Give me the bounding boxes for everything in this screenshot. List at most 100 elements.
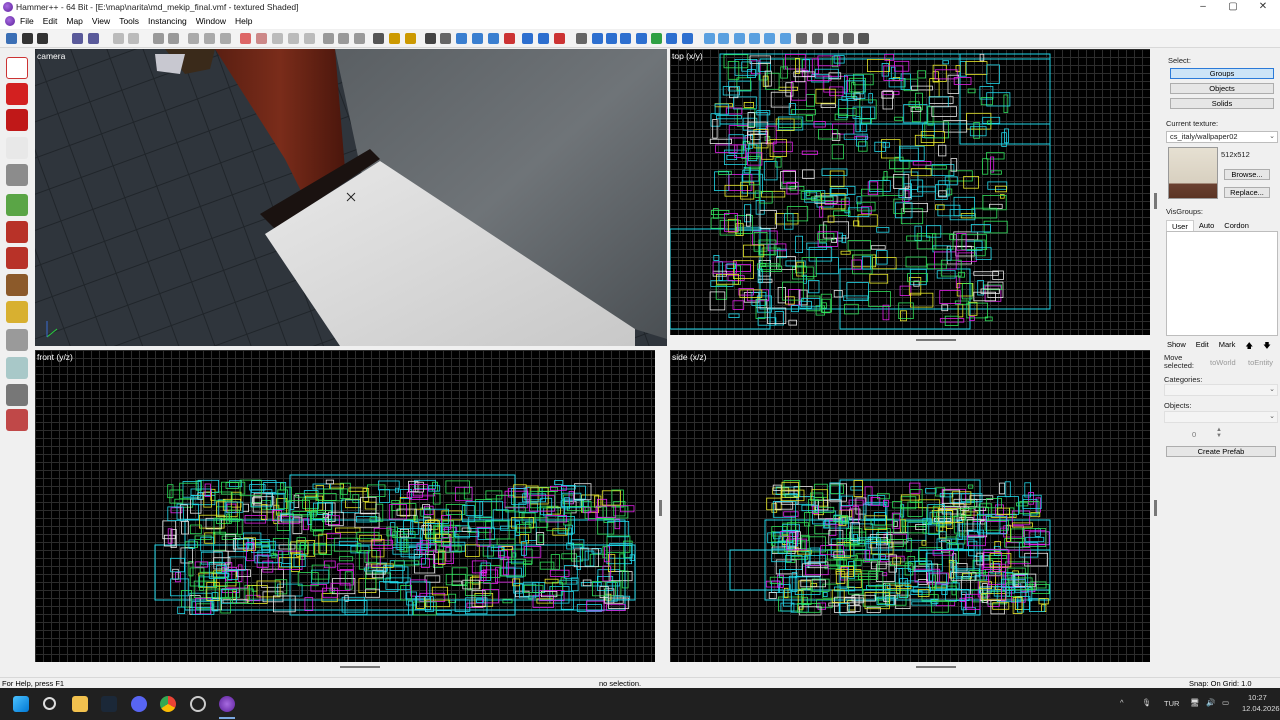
texture-dropdown[interactable]: cs_italy/wallpaper02 ⌄ xyxy=(1166,131,1278,143)
objects-count[interactable]: 0 xyxy=(1192,430,1196,439)
textured-view-icon[interactable] xyxy=(749,33,760,44)
front-viewport[interactable]: front (y/z) xyxy=(35,350,655,662)
visgroup-mark-button[interactable]: Mark xyxy=(1214,339,1241,354)
document-icon[interactable] xyxy=(5,16,15,26)
top-viewport[interactable]: top (x/y) xyxy=(670,49,1150,335)
select-solids-button[interactable]: Solids xyxy=(1170,98,1274,109)
select-groups-button[interactable]: Groups xyxy=(1170,68,1274,79)
overlay-icon[interactable] xyxy=(620,33,631,44)
show-icon[interactable] xyxy=(204,33,215,44)
file-explorer-icon[interactable] xyxy=(72,696,88,712)
steam-icon[interactable] xyxy=(101,696,117,712)
side-horizontal-scrollbar[interactable] xyxy=(916,666,956,668)
toggle-sprites-icon[interactable] xyxy=(812,33,823,44)
menu-instancing[interactable]: Instancing xyxy=(148,16,187,26)
cordon-icon[interactable] xyxy=(240,33,251,44)
overlay-tool-icon[interactable] xyxy=(6,274,28,296)
chrome-icon[interactable] xyxy=(160,696,176,712)
to-world-button[interactable]: toWorld xyxy=(1210,358,1236,367)
show-hidden-icons-icon[interactable]: ^ xyxy=(1120,698,1124,707)
select-objects-button[interactable]: Objects xyxy=(1170,83,1274,94)
menu-help[interactable]: Help xyxy=(235,16,252,26)
battery-icon[interactable]: ▭ xyxy=(1222,698,1229,707)
redo-icon[interactable] xyxy=(128,33,139,44)
lighting-preview-icon[interactable] xyxy=(780,33,791,44)
top-horizontal-scrollbar[interactable] xyxy=(916,339,956,341)
align-icon[interactable] xyxy=(304,33,315,44)
maximize-button[interactable]: ▢ xyxy=(1218,0,1248,14)
vertex-tool-icon[interactable] xyxy=(6,329,28,351)
apply-texture-icon[interactable] xyxy=(6,221,28,243)
carve-icon[interactable] xyxy=(220,33,231,44)
texture-lock-scaling-icon[interactable] xyxy=(88,33,99,44)
browse-button[interactable]: Browse... xyxy=(1224,169,1270,180)
undo-icon[interactable] xyxy=(113,33,124,44)
close-button[interactable]: ✕ xyxy=(1248,0,1278,14)
clip-mode-icon[interactable] xyxy=(488,33,499,44)
camera-tool-icon[interactable] xyxy=(6,109,28,131)
path-tool-icon[interactable] xyxy=(6,357,28,379)
texture-lock-icon[interactable] xyxy=(72,33,83,44)
minimize-button[interactable]: – xyxy=(1188,0,1218,14)
move-selection-icon[interactable] xyxy=(576,33,587,44)
clock-time[interactable]: 10:27 xyxy=(1248,693,1267,702)
side-vertical-scrollbar[interactable] xyxy=(1154,500,1157,516)
group-icon[interactable] xyxy=(153,33,164,44)
to-entity-button[interactable]: toEntity xyxy=(1248,358,1273,367)
menu-map[interactable]: Map xyxy=(66,16,83,26)
spin-arrows-icon[interactable]: ▲ ▼ xyxy=(1216,427,1222,439)
toggle-lights-icon[interactable] xyxy=(843,33,854,44)
toggle-models-icon[interactable] xyxy=(796,33,807,44)
paste-icon[interactable] xyxy=(354,33,365,44)
grid-toggle-icon[interactable] xyxy=(6,33,17,44)
texture-tool-icon[interactable] xyxy=(6,194,28,216)
clipping-tool-icon[interactable] xyxy=(6,301,28,323)
side-viewport[interactable]: side (x/z) xyxy=(670,350,1150,662)
replace-textures-icon[interactable] xyxy=(405,33,416,44)
discord-icon[interactable] xyxy=(131,696,147,712)
texture-application-icon[interactable] xyxy=(389,33,400,44)
selection-tool-icon[interactable] xyxy=(6,57,28,79)
show-info-icon[interactable] xyxy=(554,33,565,44)
camera-viewport[interactable]: camera xyxy=(35,49,667,346)
microphone-icon[interactable]: 🎙 xyxy=(1142,698,1152,707)
vertex-mode-icon[interactable] xyxy=(472,33,483,44)
mirror-icon[interactable] xyxy=(288,33,299,44)
replace-button[interactable]: Replace... xyxy=(1224,187,1270,198)
transform-icon[interactable] xyxy=(440,33,451,44)
block-tool-icon[interactable] xyxy=(6,164,28,186)
menu-window[interactable]: Window xyxy=(196,16,226,26)
toggle-helpers-icon[interactable] xyxy=(373,33,384,44)
categories-dropdown[interactable]: ⌄ xyxy=(1164,384,1278,396)
entity-tool-icon[interactable] xyxy=(6,137,28,159)
clock-date[interactable]: 12.04.2026 xyxy=(1242,704,1280,713)
cut-icon[interactable] xyxy=(323,33,334,44)
move-up-icon[interactable]: 🡅 xyxy=(1240,339,1258,354)
flip-icon[interactable] xyxy=(272,33,283,44)
copy-icon[interactable] xyxy=(338,33,349,44)
network-icon[interactable]: 🖥 xyxy=(1190,698,1200,707)
obs-icon[interactable] xyxy=(190,696,206,712)
menu-tools[interactable]: Tools xyxy=(119,16,139,26)
menu-view[interactable]: View xyxy=(92,16,110,26)
lightmap-view-icon[interactable] xyxy=(764,33,775,44)
visgroup-icon[interactable] xyxy=(682,33,693,44)
camera-view-icon[interactable] xyxy=(704,33,715,44)
menu-file[interactable]: File xyxy=(20,16,34,26)
run-map-icon[interactable] xyxy=(651,33,662,44)
visgroup-show-button[interactable]: Show xyxy=(1162,339,1191,354)
menu-edit[interactable]: Edit xyxy=(43,16,58,26)
hide-icon[interactable] xyxy=(188,33,199,44)
compile-icon[interactable] xyxy=(666,33,677,44)
toggle-skybox-icon[interactable] xyxy=(858,33,869,44)
objects-dropdown[interactable]: ⌄ xyxy=(1164,411,1278,423)
flat-view-icon[interactable] xyxy=(734,33,745,44)
go-to-brush-icon[interactable] xyxy=(538,33,549,44)
decal-tool-icon[interactable] xyxy=(6,247,28,269)
front-vertical-scrollbar[interactable] xyxy=(659,500,662,516)
sphere-icon[interactable] xyxy=(592,33,603,44)
search-icon[interactable] xyxy=(43,697,56,710)
volume-icon[interactable]: 🔊 xyxy=(1206,698,1215,707)
visgroup-edit-button[interactable]: Edit xyxy=(1191,339,1214,354)
input-language[interactable]: TUR xyxy=(1164,699,1179,708)
